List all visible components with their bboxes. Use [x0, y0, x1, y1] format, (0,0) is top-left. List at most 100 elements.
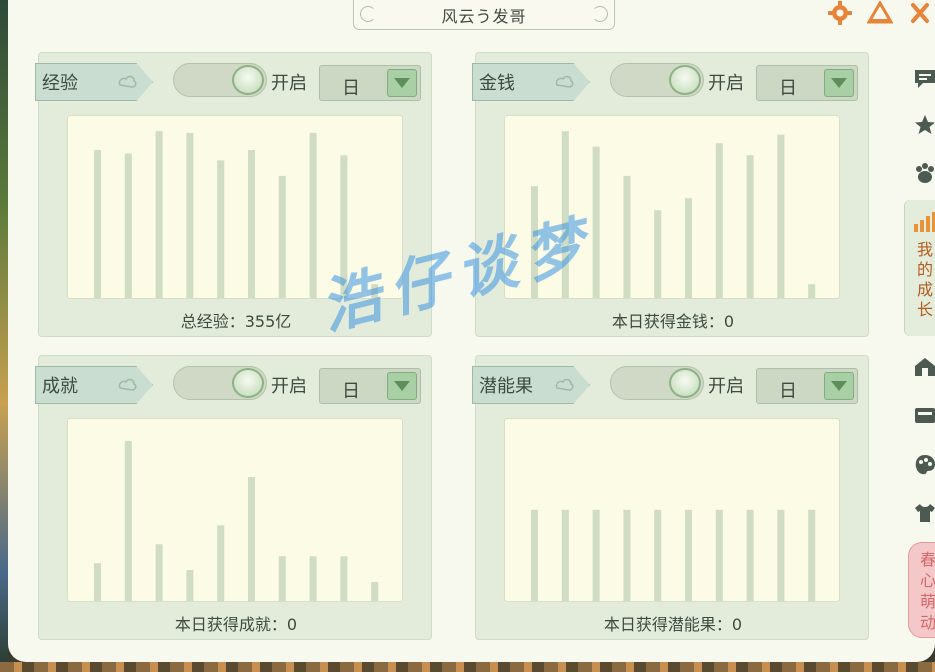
- chart-bar-9: [777, 509, 785, 601]
- period-value: 日: [779, 78, 797, 99]
- chevron-down-icon[interactable]: [387, 372, 417, 400]
- title-ornament-left: [360, 6, 376, 22]
- right-sidebar: 我的成长 春心萌动: [904, 60, 935, 660]
- bar-chart: [504, 418, 840, 602]
- chevron-down-icon[interactable]: [824, 69, 854, 97]
- game-scene-edge-bottom: [0, 662, 935, 672]
- chart-bar-10: [808, 509, 816, 601]
- enable-toggle[interactable]: [173, 63, 267, 97]
- period-dropdown[interactable]: 日: [319, 368, 421, 404]
- chart-bar-5: [654, 210, 662, 298]
- chart-bar-3: [155, 131, 163, 298]
- bar-chart-icon: [914, 212, 935, 232]
- chart-bar-5: [217, 160, 225, 298]
- bar-chart: [67, 418, 403, 602]
- period-dropdown[interactable]: 日: [319, 65, 421, 101]
- toggle-label: 开启: [708, 73, 744, 94]
- promo-label: 春心萌动: [920, 550, 935, 632]
- panel-achievement: 成就 开启 日 本日获得成就：0: [35, 355, 432, 640]
- toggle-knob[interactable]: [232, 368, 264, 398]
- chart-bar-8: [746, 509, 754, 601]
- chart-bar-7: [278, 556, 286, 601]
- paw-icon[interactable]: [910, 158, 935, 188]
- cloud-ornament-icon: [555, 75, 574, 88]
- chevron-down-icon[interactable]: [387, 69, 417, 97]
- chart-bar-1: [94, 150, 101, 298]
- star-icon[interactable]: [910, 110, 935, 140]
- wallet-icon[interactable]: [910, 400, 935, 430]
- chart-bar-4: [623, 509, 631, 601]
- chart-bar-3: [155, 544, 163, 601]
- enable-toggle[interactable]: [173, 366, 267, 400]
- chart-bar-6: [248, 477, 255, 601]
- period-value: 日: [342, 78, 360, 99]
- gear-icon[interactable]: [825, 0, 855, 26]
- house-icon[interactable]: [910, 352, 935, 382]
- title-ornament-right: [592, 6, 608, 22]
- panel-label: 潜能果: [479, 376, 533, 397]
- toggle-label: 开启: [271, 73, 307, 94]
- enable-toggle[interactable]: [610, 63, 704, 97]
- chart-bar-9: [340, 556, 348, 601]
- chart-bar-10: [808, 284, 816, 298]
- window-title: 风云う发哥: [441, 6, 527, 26]
- toggle-knob[interactable]: [669, 65, 701, 95]
- cloud-ornament-icon: [118, 75, 137, 88]
- enable-toggle[interactable]: [610, 366, 704, 400]
- warning-icon[interactable]: [865, 0, 895, 26]
- chart-bar-6: [248, 150, 255, 298]
- chart-bar-8: [746, 155, 754, 298]
- chart-bar-5: [217, 525, 225, 601]
- top-right-controls: [825, 0, 935, 26]
- panel-label: 成就: [42, 376, 78, 397]
- chart-bar-9: [777, 134, 785, 298]
- chevron-down-icon[interactable]: [824, 372, 854, 400]
- shirt-icon[interactable]: [910, 498, 935, 528]
- chart-bar-10: [371, 582, 379, 601]
- summary-text: 本日获得成就：0: [174, 615, 298, 634]
- chart-bar-7: [715, 509, 723, 601]
- chart-bar-4: [623, 175, 631, 298]
- toggle-label: 开启: [708, 376, 744, 397]
- period-dropdown[interactable]: 日: [756, 65, 858, 101]
- cloud-ornament-icon: [555, 378, 574, 391]
- chart-bar-2: [124, 441, 132, 601]
- chart-bar-4: [186, 132, 194, 298]
- toggle-knob[interactable]: [232, 65, 264, 95]
- panel-label-tag: 成就: [35, 366, 153, 404]
- chart-bar-5: [654, 509, 662, 601]
- chart-bar-2: [124, 153, 132, 298]
- palette-icon[interactable]: [910, 450, 935, 480]
- growth-window: 风云う发哥 经验 开启 日 总经验：355亿 金钱 开启 日 本日获得金钱：0 …: [8, 0, 935, 662]
- chart-bar-1: [531, 509, 538, 601]
- toggle-label: 开启: [271, 376, 307, 397]
- cloud-ornament-icon: [118, 378, 137, 391]
- chart-bar-2: [561, 509, 569, 601]
- toggle-knob[interactable]: [669, 368, 701, 398]
- sidebar-promo-event[interactable]: 春心萌动: [908, 542, 935, 638]
- close-icon[interactable]: [905, 0, 935, 26]
- period-value: 日: [779, 381, 797, 402]
- title-tab: 风云う发哥: [353, 0, 615, 30]
- chart-bar-7: [715, 143, 723, 298]
- chart-bar-6: [685, 509, 692, 601]
- panel-label: 经验: [42, 73, 78, 94]
- chart-bar-6: [685, 198, 692, 298]
- panel-label-tag: 金钱: [472, 63, 590, 101]
- chart-bar-3: [592, 509, 600, 601]
- chat-bubble-icon[interactable]: [910, 64, 935, 94]
- period-value: 日: [342, 381, 360, 402]
- chart-bar-1: [94, 563, 101, 601]
- panel-label: 金钱: [479, 73, 515, 94]
- sidebar-tab-label: 我的成长: [917, 240, 934, 319]
- sidebar-tab-my-growth[interactable]: 我的成长: [904, 200, 935, 336]
- game-scene-edge: [0, 0, 8, 672]
- summary-text: 本日获得潜能果：0: [603, 615, 743, 634]
- panel-potential-fruit: 潜能果 开启 日 本日获得潜能果：0: [472, 355, 869, 640]
- chart-bar-7: [278, 175, 286, 298]
- period-dropdown[interactable]: 日: [756, 368, 858, 404]
- summary-text: 本日获得金钱：0: [611, 312, 735, 331]
- chart-bar-8: [309, 556, 317, 601]
- panel-label-tag: 潜能果: [472, 366, 590, 404]
- panel-label-tag: 经验: [35, 63, 153, 101]
